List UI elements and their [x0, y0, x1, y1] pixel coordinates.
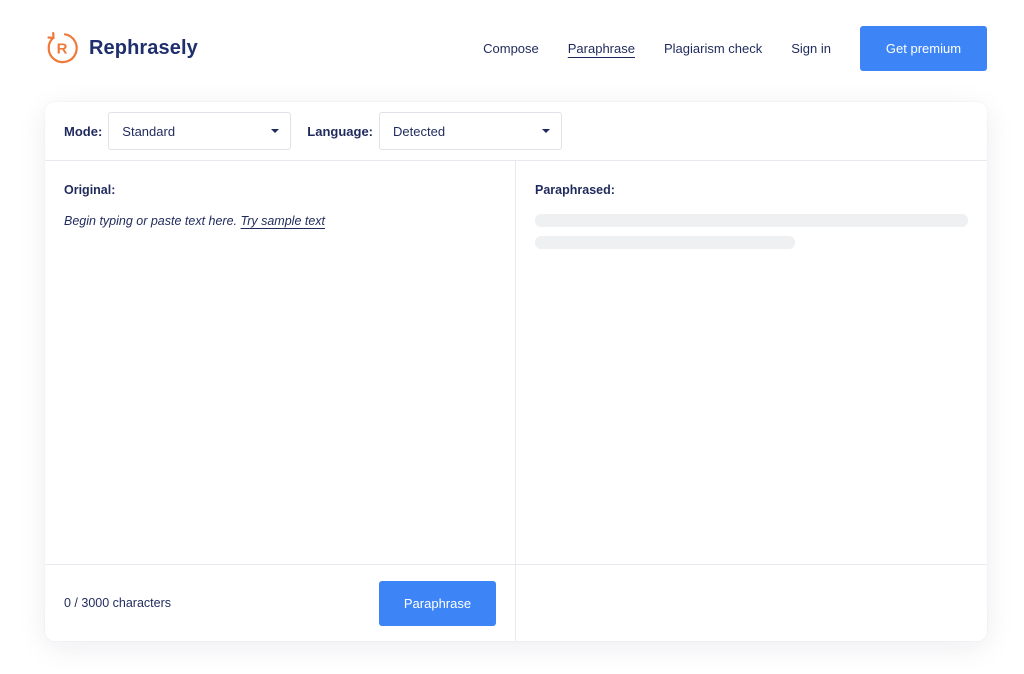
logo-letter: R	[57, 41, 68, 58]
paraphrased-title: Paraphrased:	[535, 183, 615, 197]
language-label: Language:	[307, 123, 374, 139]
footer-right	[516, 565, 987, 641]
original-panel[interactable]: Original: Begin typing or paste text her…	[45, 161, 516, 564]
page: R Rephrasely Compose Paraphrase Plagiari…	[0, 0, 1024, 674]
nav-plagiarism-check[interactable]: Plagiarism check	[664, 41, 762, 56]
original-title: Original:	[64, 183, 116, 197]
mode-label: Mode:	[64, 123, 103, 139]
paraphraser-card: Mode: Standard Language: Detected Origin…	[45, 102, 987, 641]
top-nav: Compose Paraphrase Plagiarism check Sign…	[483, 26, 987, 71]
logo-icon: R	[47, 31, 78, 64]
nav-sign-in[interactable]: Sign in	[791, 41, 831, 56]
original-input-placeholder[interactable]: Begin typing or paste text here. Try sam…	[64, 214, 496, 228]
options-toolbar: Mode: Standard Language: Detected	[45, 102, 987, 161]
language-select[interactable]: Detected	[379, 112, 563, 150]
placeholder-text: Begin typing or paste text here.	[64, 214, 238, 228]
editor-panels: Original: Begin typing or paste text her…	[45, 161, 987, 564]
brand-name: Rephrasely	[89, 36, 198, 59]
paraphrase-button[interactable]: Paraphrase	[379, 580, 496, 626]
mode-select[interactable]: Standard	[108, 112, 292, 150]
nav-paraphrase[interactable]: Paraphrase	[568, 41, 635, 56]
card-footer: 0 / 3000 characters Paraphrase	[45, 564, 987, 641]
brand-logo[interactable]: R Rephrasely	[44, 30, 198, 66]
nav-compose[interactable]: Compose	[483, 41, 539, 56]
footer-left: 0 / 3000 characters Paraphrase	[45, 565, 516, 641]
loading-skeleton-line	[535, 236, 795, 249]
mode-value: Standard	[122, 123, 176, 139]
caret-down-icon	[271, 129, 280, 133]
paraphrased-panel: Paraphrased:	[516, 161, 987, 564]
try-sample-text-link[interactable]: Try sample text	[241, 214, 326, 228]
caret-down-icon	[542, 129, 551, 133]
loading-skeleton-line	[535, 214, 968, 227]
language-value: Detected	[393, 123, 446, 139]
character-counter: 0 / 3000 characters	[64, 596, 172, 610]
get-premium-button[interactable]: Get premium	[860, 26, 987, 71]
